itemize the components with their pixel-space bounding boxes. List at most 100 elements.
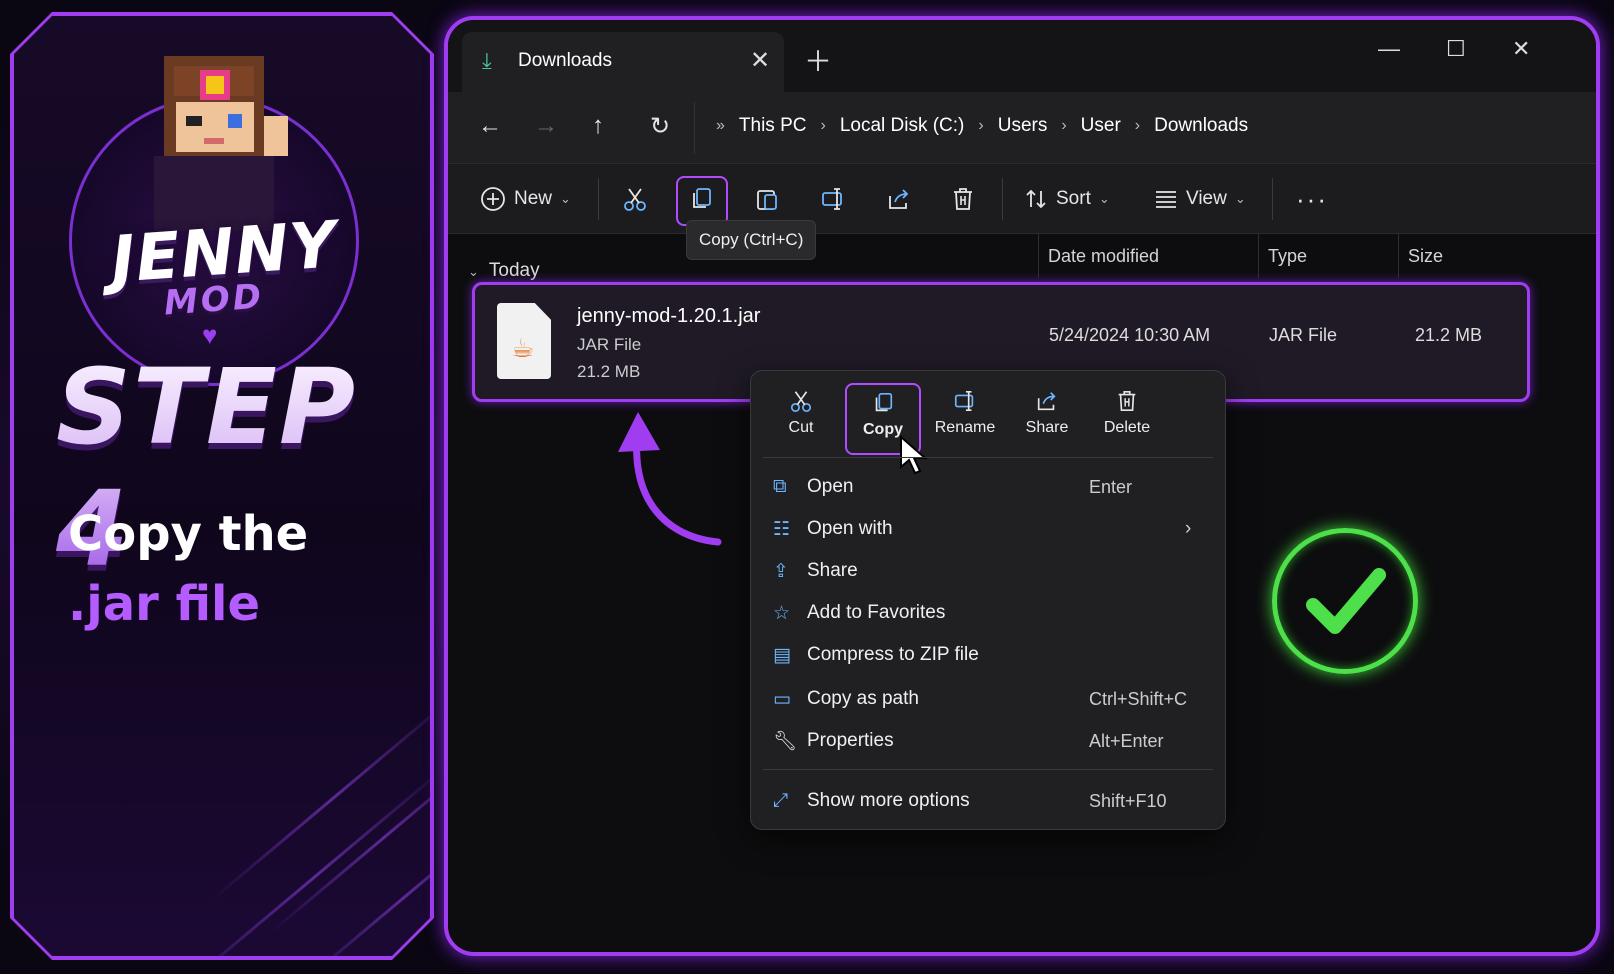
menu-item-open[interactable]: ⧉ Open Enter xyxy=(773,469,1203,505)
share-icon xyxy=(889,189,909,209)
star-icon: ☆ xyxy=(773,602,791,624)
menu-item-open-with[interactable]: ☷ Open with › xyxy=(773,511,1203,547)
download-icon: ⤓ xyxy=(482,48,492,73)
chevron-right-icon: › xyxy=(978,117,984,134)
tab-downloads[interactable]: ⤓ Downloads ✕ xyxy=(462,32,784,92)
copy-path-icon: ▭ xyxy=(773,688,791,710)
menu-item-label: Open with xyxy=(807,518,893,539)
rename-icon xyxy=(954,390,974,412)
sort-button[interactable]: Sort ⌄ xyxy=(1024,176,1110,222)
chevron-right-icon: › xyxy=(1134,117,1141,134)
menu-item-copy-as-path[interactable]: ▭ Copy as path Ctrl+Shift+C xyxy=(773,681,1203,717)
java-cup-icon: ☕ xyxy=(511,333,535,363)
close-tab-icon[interactable]: ✕ xyxy=(750,46,770,75)
chevron-right-icon: › xyxy=(1061,117,1067,134)
menu-item-label: Show more options xyxy=(807,790,970,811)
back-icon[interactable]: ← xyxy=(478,112,502,140)
quick-delete-button[interactable]: Delete xyxy=(1089,383,1165,455)
share-icon xyxy=(1037,392,1056,411)
crumb-users[interactable]: Users xyxy=(998,115,1048,137)
view-label: View xyxy=(1186,188,1227,209)
group-label: Today xyxy=(488,260,540,281)
open-with-icon: ☷ xyxy=(773,518,791,540)
rename-icon xyxy=(822,188,842,210)
group-today[interactable]: ⌄ Today xyxy=(468,260,540,282)
new-label: New xyxy=(514,188,553,209)
plus-circle-icon xyxy=(481,187,505,211)
view-button[interactable]: View ⌄ xyxy=(1154,176,1246,222)
zip-folder-icon: ▤ xyxy=(773,644,791,666)
open-icon: ⧉ xyxy=(773,476,787,497)
tab-title: Downloads xyxy=(518,50,612,71)
close-window-icon[interactable]: ✕ xyxy=(1512,36,1530,62)
cut-button[interactable] xyxy=(622,176,648,222)
menu-item-compress-zip[interactable]: ▤ Compress to ZIP file xyxy=(773,637,1203,673)
menu-item-shortcut: Enter xyxy=(1089,476,1133,497)
menu-item-show-more-options[interactable]: ⤢ Show more options Shift+F10 xyxy=(773,783,1203,819)
context-menu: Cut Copy Rename Share Delete ⧉ Open Ente… xyxy=(750,370,1226,830)
menu-item-label: Properties xyxy=(807,730,894,751)
new-tab-icon[interactable]: ＋ xyxy=(804,40,832,80)
quick-cut-button[interactable]: Cut xyxy=(763,383,839,455)
scissors-icon xyxy=(790,391,812,412)
quick-share-button[interactable]: Share xyxy=(1009,383,1085,455)
menu-item-shortcut: Ctrl+Shift+C xyxy=(1089,688,1188,709)
jenny-avatar-icon xyxy=(154,56,288,231)
wrench-icon: 🔧︎ xyxy=(773,731,798,752)
menu-item-label: Compress to ZIP file xyxy=(807,644,979,665)
menu-item-share[interactable]: ⇪ Share xyxy=(773,553,1203,589)
crumb-user[interactable]: User xyxy=(1081,115,1121,137)
copy-icon xyxy=(875,392,893,412)
paste-icon xyxy=(757,190,777,210)
new-button[interactable]: New ⌄ xyxy=(480,176,571,222)
expand-chevron-icon[interactable]: » xyxy=(716,117,725,135)
crumb-downloads[interactable]: Downloads xyxy=(1154,115,1248,137)
chevron-down-icon: ⌄ xyxy=(468,264,479,279)
chevron-right-icon: › xyxy=(1185,518,1192,539)
column-date-modified[interactable]: Date modified xyxy=(1048,246,1159,267)
menu-item-add-to-favorites[interactable]: ☆ Add to Favorites xyxy=(773,595,1203,631)
address-bar: ← → ↑ ↻ » This PC › Local Disk (C:) › Us… xyxy=(448,92,1596,164)
more-options-icon[interactable]: ··· xyxy=(1296,176,1328,222)
step-description-line2: .jar file xyxy=(68,576,261,632)
rename-button[interactable] xyxy=(820,176,846,222)
trash-icon xyxy=(954,188,972,210)
crumb-local-disk[interactable]: Local Disk (C:) xyxy=(840,115,965,137)
column-size[interactable]: Size xyxy=(1408,246,1443,267)
crumb-this-pc[interactable]: This PC xyxy=(739,115,807,137)
minimize-icon[interactable]: — xyxy=(1378,36,1400,62)
file-size-column: 21.2 MB xyxy=(1415,325,1483,345)
copy-button[interactable] xyxy=(688,176,714,222)
copy-icon xyxy=(693,188,711,208)
stage: JENNY MOD ♥ STEP 4 Copy the .jar file ⤓ … xyxy=(0,0,1614,974)
delete-button[interactable] xyxy=(950,176,976,222)
paste-button[interactable] xyxy=(754,176,780,222)
quick-cut-label: Cut xyxy=(788,419,814,436)
expand-icon: ⤢ xyxy=(773,790,789,811)
forward-icon[interactable]: → xyxy=(534,112,558,140)
success-check-icon xyxy=(1272,528,1418,674)
view-list-icon xyxy=(1156,191,1176,208)
file-type-column: JAR File xyxy=(1269,325,1338,345)
sort-label: Sort xyxy=(1056,188,1091,209)
menu-item-label: Open xyxy=(807,476,854,497)
breadcrumb: » This PC › Local Disk (C:) › Users › Us… xyxy=(716,115,1248,137)
file-name: jenny-mod-1.20.1.jar xyxy=(577,305,761,327)
menu-item-label: Add to Favorites xyxy=(807,602,946,623)
chevron-down-icon: ⌄ xyxy=(1098,191,1110,206)
refresh-icon[interactable]: ↻ xyxy=(650,112,670,141)
tab-bar: ⤓ Downloads ✕ ＋ — ☐ ✕ xyxy=(448,20,1596,92)
trash-icon xyxy=(1118,390,1136,412)
file-date-modified: 5/24/2024 10:30 AM xyxy=(1049,325,1211,345)
share-button[interactable] xyxy=(886,176,912,222)
explorer-window: ⤓ Downloads ✕ ＋ — ☐ ✕ ← → ↑ ↻ » This PC … xyxy=(444,16,1600,956)
up-icon[interactable]: ↑ xyxy=(592,112,604,140)
scissors-icon xyxy=(624,188,646,211)
menu-item-label: Share xyxy=(807,560,858,581)
quick-rename-button[interactable]: Rename xyxy=(927,383,1003,455)
sort-icon xyxy=(1026,189,1046,209)
column-type[interactable]: Type xyxy=(1268,246,1307,267)
menu-item-properties[interactable]: 🔧︎ Properties Alt+Enter xyxy=(773,723,1203,759)
maximize-icon[interactable]: ☐ xyxy=(1446,36,1466,62)
quick-delete-label: Delete xyxy=(1103,419,1151,436)
